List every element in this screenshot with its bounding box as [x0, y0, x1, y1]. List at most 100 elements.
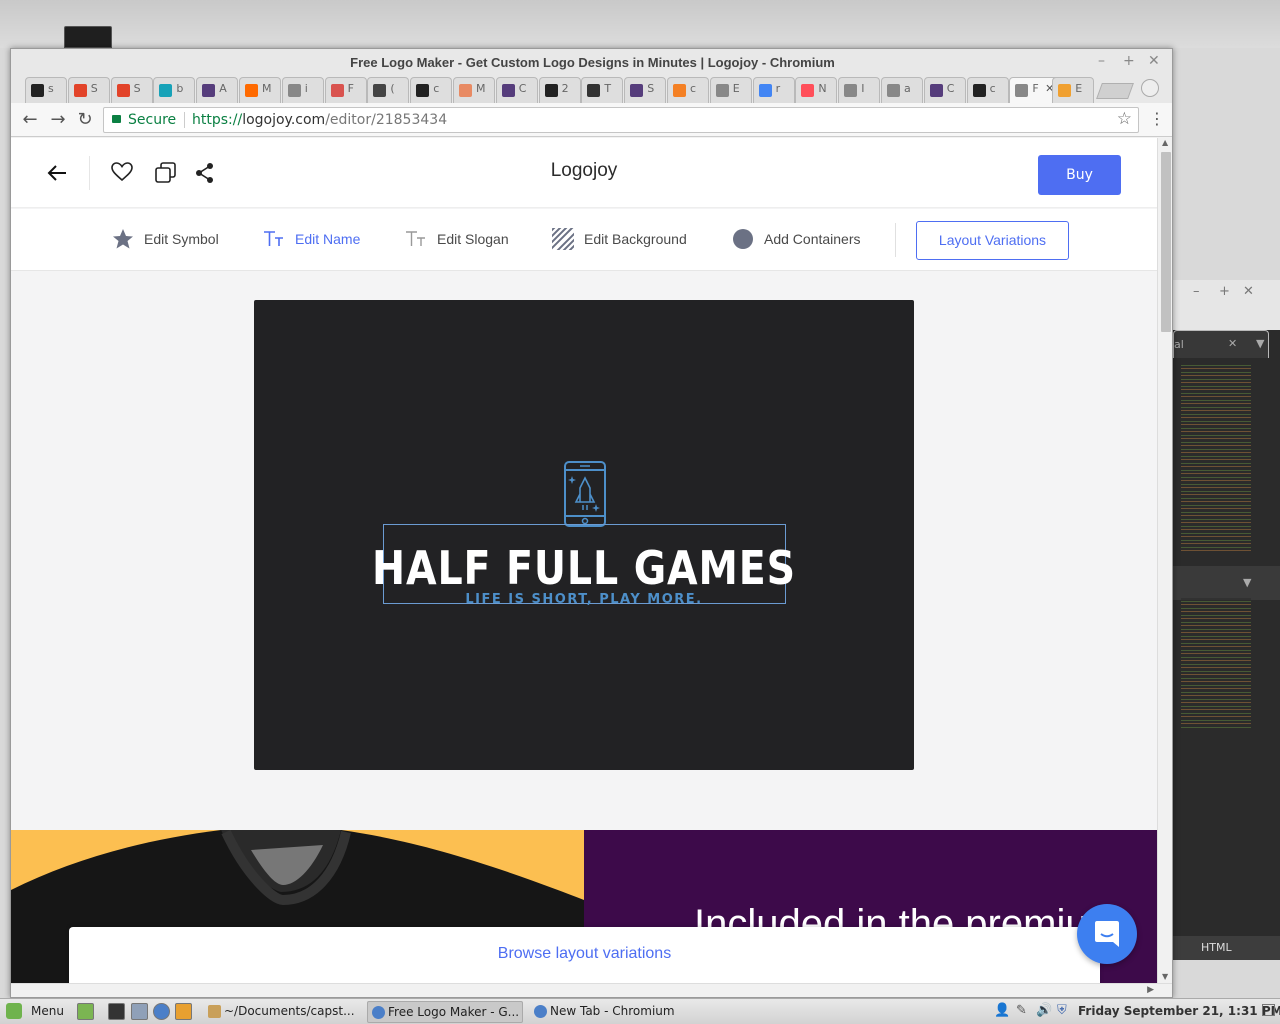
- buy-button[interactable]: Buy: [1038, 155, 1121, 195]
- show-desktop-icon[interactable]: [77, 1003, 94, 1020]
- tab-label: C: [946, 82, 955, 95]
- browser-window[interactable]: Free Logo Maker - Get Custom Logo Design…: [10, 48, 1173, 998]
- browser-tab[interactable]: c: [667, 77, 709, 103]
- close-icon[interactable]: ✕: [1148, 53, 1160, 69]
- logo-slogan[interactable]: LIFE IS SHORT, PLAY MORE.: [254, 592, 914, 607]
- edit-name-label: Edit Name: [295, 231, 361, 247]
- mint-menu-icon[interactable]: [6, 1003, 22, 1019]
- add-containers-button[interactable]: Add Containers: [733, 229, 861, 249]
- editor-tab[interactable]: al ✕ ▼: [1173, 330, 1269, 358]
- user-icon[interactable]: 👤: [994, 1003, 1010, 1023]
- desktop-icon[interactable]: [64, 26, 112, 48]
- background-editor-window[interactable]: – + ✕ al ✕ ▼ ▼ HTML: [1160, 280, 1280, 960]
- chevron-down-icon[interactable]: ▼: [1243, 576, 1251, 589]
- minimize-icon[interactable]: –: [1193, 284, 1200, 299]
- chevron-down-icon[interactable]: ▼: [1256, 337, 1264, 350]
- window-titlebar: Free Logo Maker - Get Custom Logo Design…: [11, 49, 1172, 75]
- profile-icon[interactable]: [1141, 79, 1159, 97]
- tab-label: (: [390, 82, 395, 95]
- browser-tab[interactable]: I: [838, 77, 881, 103]
- browser-tab[interactable]: i: [281, 77, 324, 103]
- notification-icon[interactable]: [1262, 1004, 1275, 1016]
- bookmark-star-icon[interactable]: ☆: [1117, 109, 1132, 129]
- browser-tab[interactable]: F: [324, 77, 367, 103]
- page-title: Logojoy: [550, 160, 618, 181]
- browser-tab[interactable]: c: [410, 77, 453, 103]
- taskbar-window-files[interactable]: ~/Documents/capst...: [204, 1001, 359, 1023]
- browser-tab[interactable]: M: [239, 77, 281, 103]
- chromium-icon[interactable]: [153, 1003, 170, 1020]
- scrollbar-thumb[interactable]: [1161, 152, 1171, 332]
- browser-tab[interactable]: S: [110, 77, 153, 103]
- browser-tab[interactable]: E: [709, 77, 752, 103]
- scroll-right-icon[interactable]: ▶: [1147, 985, 1154, 995]
- browser-tab[interactable]: N: [795, 77, 838, 103]
- terminal-icon[interactable]: [108, 1003, 125, 1020]
- reload-icon[interactable]: ↻: [74, 109, 96, 131]
- browser-tab[interactable]: c: [966, 77, 1009, 103]
- layout-variations-button[interactable]: Layout Variations: [916, 221, 1069, 260]
- chromium-icon: [534, 1005, 547, 1018]
- logo-canvas[interactable]: HALF FULL GAMES LIFE IS SHORT, PLAY MORE…: [254, 300, 914, 770]
- edit-slogan-button[interactable]: Edit Slogan: [406, 231, 509, 247]
- browser-tab[interactable]: S: [67, 77, 110, 103]
- window-title: Free Logo Maker - Get Custom Logo Design…: [350, 55, 835, 70]
- chat-button[interactable]: [1077, 904, 1137, 964]
- clock[interactable]: Friday September 21, 1:31 PM: [1078, 1004, 1280, 1024]
- maximize-icon[interactable]: +: [1219, 284, 1230, 299]
- browser-tab[interactable]: S: [624, 77, 667, 103]
- tab-strip: s S Sb A Mi F(c M C 2 T Sc Er N Ia Cc F ✕ E: [11, 75, 1172, 103]
- page-icon: [159, 84, 173, 97]
- taskbar-window-logojoy[interactable]: Free Logo Maker - G...: [367, 1001, 523, 1023]
- scroll-up-icon[interactable]: ▲: [1162, 138, 1168, 147]
- browser-tab[interactable]: s: [25, 77, 67, 103]
- kebab-menu-icon[interactable]: ⋮: [1149, 109, 1165, 128]
- vertical-scrollbar[interactable]: ▲ ▼: [1157, 138, 1172, 983]
- edit-slogan-label: Edit Slogan: [437, 231, 509, 247]
- horizontal-scrollbar[interactable]: ▶: [11, 983, 1172, 997]
- browser-tab[interactable]: T: [581, 77, 624, 103]
- tab-label: C: [518, 82, 527, 95]
- browse-layout-bar[interactable]: Browse layout variations: [69, 927, 1100, 983]
- edit-background-button[interactable]: Edit Background: [552, 228, 687, 250]
- scroll-down-icon[interactable]: ▼: [1162, 972, 1168, 981]
- document-icon: [844, 84, 858, 97]
- browser-tab[interactable]: r: [752, 77, 795, 103]
- close-tab-icon[interactable]: ✕: [1228, 337, 1237, 350]
- browser-tab[interactable]: C: [923, 77, 966, 103]
- edit-symbol-button[interactable]: Edit Symbol: [113, 229, 219, 249]
- phone-rocket-icon[interactable]: [563, 460, 607, 530]
- editor-icon[interactable]: [175, 1003, 192, 1020]
- browser-tab[interactable]: (: [367, 77, 410, 103]
- browser-tab[interactable]: b: [153, 77, 196, 103]
- editor-titlebar: – + ✕: [1161, 280, 1280, 330]
- url-text[interactable]: https://logojoy.com/editor/21853434: [192, 112, 447, 128]
- files-icon[interactable]: [131, 1003, 148, 1020]
- minimize-icon[interactable]: –: [1098, 53, 1105, 69]
- browser-tab[interactable]: M: [453, 77, 495, 103]
- volume-icon[interactable]: 🔊: [1036, 1003, 1052, 1023]
- back-icon[interactable]: ←: [19, 109, 41, 131]
- taskbar-window-newtab[interactable]: New Tab - Chromium: [530, 1001, 690, 1023]
- address-bar[interactable]: Secure https://logojoy.com/editor/218534…: [103, 107, 1139, 133]
- edit-name-button[interactable]: Edit Name: [264, 231, 361, 247]
- browser-tab[interactable]: C: [495, 77, 538, 103]
- network-icon[interactable]: ✎: [1016, 1003, 1027, 1023]
- browser-tab[interactable]: E: [1052, 77, 1095, 103]
- browse-layout-link[interactable]: Browse layout variations: [69, 945, 1100, 963]
- divider: [895, 223, 896, 257]
- new-tab-button[interactable]: [1096, 83, 1134, 99]
- browser-tab[interactable]: a: [881, 77, 923, 103]
- stack-icon: [673, 84, 686, 97]
- browser-tab[interactable]: 2: [538, 77, 581, 103]
- divider: [184, 112, 185, 128]
- browser-tab[interactable]: A: [196, 77, 239, 103]
- maximize-icon[interactable]: +: [1123, 53, 1135, 69]
- forward-icon[interactable]: →: [47, 109, 69, 131]
- code-minimap: [1181, 598, 1251, 728]
- shield-icon[interactable]: ⛨: [1057, 1003, 1067, 1023]
- close-icon[interactable]: ✕: [1243, 284, 1254, 299]
- menu-button[interactable]: Menu: [31, 1004, 64, 1024]
- tab-label: I: [861, 82, 865, 95]
- logo-name[interactable]: HALF FULL GAMES: [300, 541, 868, 595]
